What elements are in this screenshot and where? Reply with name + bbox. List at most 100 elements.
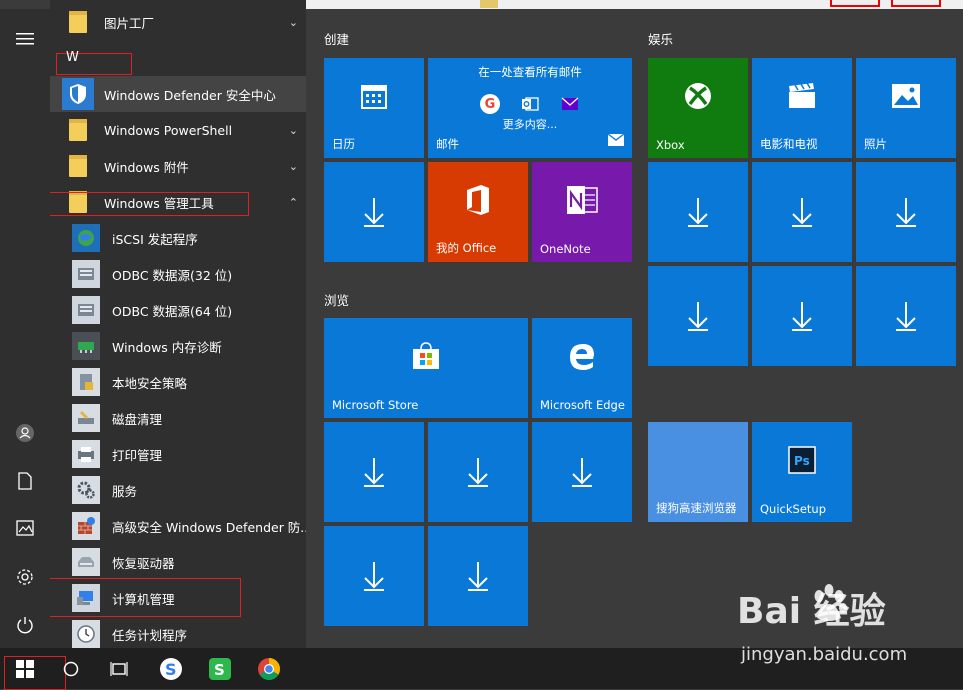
download-arrow-icon — [856, 266, 956, 366]
services-gear-icon — [72, 476, 100, 504]
red-highlight-box — [50, 578, 241, 617]
tiles-area: 创建 娱乐 浏览 日历 在一处查看所有邮件 G 更多内容... 邮件 我的 Of… — [306, 9, 963, 648]
tile-movies-tv[interactable]: 电影和电视 — [752, 58, 852, 158]
chrome-icon[interactable] — [256, 656, 282, 682]
tile-download-placeholder[interactable] — [648, 162, 748, 262]
clock-icon — [72, 620, 100, 648]
tile-label: Microsoft Store — [332, 398, 419, 412]
tile-xbox[interactable]: Xbox — [648, 58, 748, 158]
list-item[interactable]: ODBC 数据源(32 位) — [50, 256, 306, 292]
chevron-down-icon: ⌄ — [288, 159, 298, 173]
list-item-label: 本地安全策略 — [112, 375, 188, 391]
download-arrow-icon — [648, 266, 748, 366]
group-title-browse[interactable]: 浏览 — [324, 290, 349, 309]
red-highlight-box — [830, 0, 880, 7]
group-title-entertainment[interactable]: 娱乐 — [648, 29, 673, 48]
list-item-label: ODBC 数据源(32 位) — [112, 267, 233, 283]
watermark-url: jingyan.baidu.com — [741, 644, 908, 665]
tile-download-placeholder[interactable] — [324, 526, 424, 626]
chevron-up-icon: ⌃ — [288, 195, 298, 209]
tile-label: 搜狗高速浏览器 — [656, 501, 737, 515]
google-icon: G — [480, 94, 500, 114]
svg-text:S: S — [165, 660, 177, 679]
list-item-label: ODBC 数据源(64 位) — [112, 303, 233, 319]
photoshop-icon: Ps — [752, 422, 852, 497]
security-policy-icon — [72, 368, 100, 396]
folder-icon — [62, 150, 94, 182]
folder-icon — [62, 114, 94, 146]
watermark-main-text: Bai 经验 — [737, 591, 886, 632]
download-arrow-icon — [532, 422, 632, 522]
tile-download-placeholder[interactable] — [532, 422, 632, 522]
list-item[interactable]: ODBC 数据源(64 位) — [50, 292, 306, 328]
mail-more-text: 更多内容... — [502, 118, 558, 131]
tile-onenote[interactable]: OneNote — [532, 162, 632, 262]
store-bag-icon — [324, 318, 528, 393]
tile-label: OneNote — [540, 242, 591, 256]
tile-label: QuickSetup — [760, 502, 826, 516]
list-item-label: Windows 附件 — [104, 159, 189, 175]
search-circle-icon[interactable] — [58, 656, 84, 682]
wps-office-icon[interactable]: S — [207, 656, 233, 682]
list-item-label: 服务 — [112, 483, 138, 499]
list-item[interactable]: 打印管理 — [50, 436, 306, 472]
list-item[interactable]: 任务计划程序 — [50, 616, 306, 648]
list-item-label: 图片工厂 — [104, 15, 155, 31]
start-left-rail — [0, 9, 50, 648]
chevron-down-icon: ⌄ — [288, 123, 298, 137]
hamburger-menu-icon[interactable] — [13, 27, 37, 51]
list-item[interactable]: 高级安全 Windows Defender 防... — [50, 508, 306, 544]
tile-calendar[interactable]: 日历 — [324, 58, 424, 158]
pictures-icon[interactable] — [13, 516, 37, 540]
sogou-browser-icon[interactable]: S — [158, 656, 184, 682]
settings-gear-icon[interactable] — [13, 565, 37, 589]
red-highlight-box — [891, 0, 941, 7]
tile-sogou-browser[interactable]: 搜狗高速浏览器 — [648, 422, 748, 522]
download-arrow-icon — [648, 162, 748, 262]
tile-microsoft-store[interactable]: Microsoft Store — [324, 318, 528, 418]
tile-download-placeholder[interactable] — [752, 162, 852, 262]
tile-download-placeholder[interactable] — [856, 266, 956, 366]
list-item[interactable]: 图片工厂 ⌄ — [50, 4, 306, 40]
tile-download-placeholder[interactable] — [324, 422, 424, 522]
user-avatar-icon[interactable] — [13, 421, 37, 445]
tile-my-office[interactable]: 我的 Office — [428, 162, 528, 262]
power-icon[interactable] — [13, 613, 37, 637]
download-arrow-icon — [428, 526, 528, 626]
list-item[interactable]: 服务 — [50, 472, 306, 508]
tile-label: 日历 — [332, 137, 355, 151]
letter-header[interactable]: W — [66, 50, 79, 65]
list-item[interactable]: iSCSI 发起程序 — [50, 220, 306, 256]
mail-provider-icons: G — [480, 94, 580, 114]
tile-download-placeholder[interactable] — [324, 162, 424, 262]
tile-download-placeholder[interactable] — [648, 266, 748, 366]
list-item-label: 任务计划程序 — [112, 627, 188, 643]
tile-label: Xbox — [656, 138, 685, 152]
list-item-label: iSCSI 发起程序 — [112, 231, 198, 247]
list-item[interactable]: 恢复驱动器 — [50, 544, 306, 580]
tile-photos[interactable]: 照片 — [856, 58, 956, 158]
office-icon — [428, 162, 528, 237]
list-item[interactable]: 磁盘清理 — [50, 400, 306, 436]
list-item[interactable]: Windows PowerShell ⌄ — [50, 112, 306, 148]
folder-icon — [62, 6, 94, 38]
list-item[interactable]: 本地安全策略 — [50, 364, 306, 400]
tile-quicksetup[interactable]: Ps QuickSetup — [752, 422, 852, 522]
list-item[interactable]: Windows 附件 ⌄ — [50, 148, 306, 184]
tile-download-placeholder[interactable] — [856, 162, 956, 262]
list-item[interactable]: Windows Defender 安全中心 — [50, 76, 306, 112]
tile-mail[interactable]: 在一处查看所有邮件 G 更多内容... 邮件 — [428, 58, 632, 158]
list-item[interactable]: Windows 内存诊断 — [50, 328, 306, 364]
list-item-label: Windows PowerShell — [104, 122, 233, 138]
red-highlight-box — [4, 656, 66, 690]
documents-icon[interactable] — [13, 469, 37, 493]
onenote-icon — [532, 162, 632, 237]
group-title-create[interactable]: 创建 — [324, 29, 349, 48]
svg-text:S: S — [214, 661, 225, 679]
tile-download-placeholder[interactable] — [428, 526, 528, 626]
list-item-label: 打印管理 — [112, 447, 163, 463]
task-view-icon[interactable] — [106, 656, 132, 682]
tile-microsoft-edge[interactable]: Microsoft Edge — [532, 318, 632, 418]
tile-download-placeholder[interactable] — [428, 422, 528, 522]
tile-download-placeholder[interactable] — [752, 266, 852, 366]
